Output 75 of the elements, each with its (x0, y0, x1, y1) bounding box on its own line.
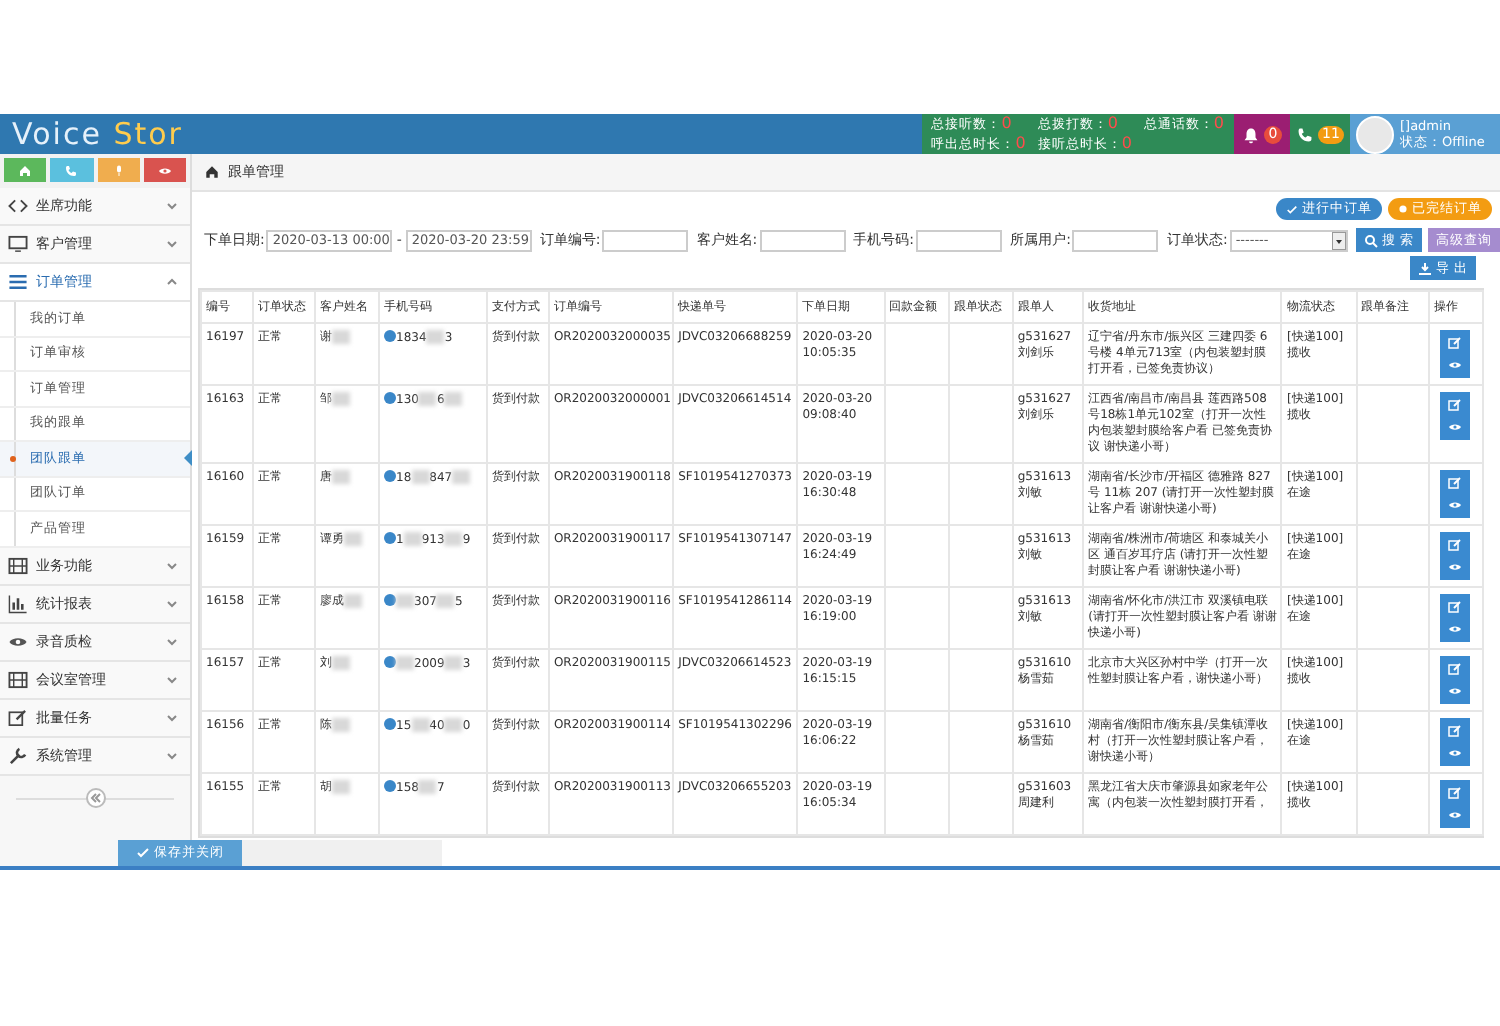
edit-icon[interactable] (1447, 336, 1462, 350)
view-icon[interactable] (1447, 684, 1462, 698)
blurred-name (343, 532, 362, 546)
search-icon (1363, 233, 1378, 247)
filter-input[interactable] (759, 229, 846, 251)
view-icon[interactable] (1447, 560, 1462, 574)
film-icon (8, 555, 28, 575)
dropdown-icon (1331, 231, 1346, 249)
view-icon[interactable] (1447, 746, 1462, 760)
chevron-icon (166, 599, 178, 607)
film-icon (8, 669, 28, 689)
avatar[interactable] (1356, 115, 1394, 153)
blurred-digits (403, 532, 422, 547)
microphone-icon (111, 163, 126, 177)
eye-icon (157, 163, 172, 177)
blurred-digits (396, 656, 415, 671)
chevron-icon (166, 561, 178, 569)
check-icon (1286, 203, 1298, 215)
blurred-name (331, 330, 350, 344)
quick-button[interactable] (143, 158, 186, 182)
view-icon[interactable] (1447, 358, 1462, 372)
edit-icon[interactable] (1447, 662, 1462, 676)
edit-icon[interactable] (1447, 600, 1462, 614)
check-icon (136, 846, 150, 860)
chevron-icon (166, 637, 178, 645)
filter-input[interactable] (602, 229, 689, 251)
double-chevron-left-icon (89, 791, 101, 803)
blurred-digits (444, 532, 463, 547)
blurred-name (331, 718, 350, 732)
blurred-digits (452, 470, 471, 485)
download-icon (1417, 261, 1432, 275)
edit-icon[interactable] (1447, 398, 1462, 412)
blurred-name (331, 656, 350, 670)
phone-icon (64, 163, 79, 177)
chevron-icon (166, 240, 178, 248)
blurred-name (331, 392, 350, 406)
view-icon[interactable] (1447, 498, 1462, 512)
quick-button[interactable] (4, 158, 47, 182)
home-icon (204, 164, 220, 180)
filter-input[interactable] (916, 229, 1003, 251)
blurred-name (343, 594, 362, 608)
dot-icon (1398, 204, 1408, 214)
monitor-icon (8, 234, 28, 254)
quick-button[interactable] (50, 158, 93, 182)
list-icon (8, 272, 28, 292)
filter-input[interactable] (1072, 229, 1159, 251)
blurred-name (331, 470, 350, 484)
chevron-icon (166, 278, 178, 286)
chevron-icon (166, 202, 178, 210)
blurred-name (331, 780, 350, 794)
view-icon[interactable] (1447, 808, 1462, 822)
chevron-icon (166, 751, 178, 759)
edit-icon[interactable] (1447, 724, 1462, 738)
edit-icon[interactable] (1447, 786, 1462, 800)
blurred-digits (426, 330, 445, 345)
blurred-digits (411, 470, 430, 485)
chevron-icon (166, 713, 178, 721)
blurred-digits (436, 594, 455, 609)
edit-icon (8, 707, 28, 727)
home-icon (18, 163, 33, 177)
phone-icon (1296, 125, 1315, 143)
chevron-icon (166, 675, 178, 683)
edit-icon[interactable] (1447, 538, 1462, 552)
blurred-digits (396, 594, 415, 609)
code-icon (8, 196, 28, 216)
bar-chart-icon (8, 593, 28, 613)
view-icon[interactable] (1447, 622, 1462, 636)
view-icon[interactable] (1447, 420, 1462, 434)
bell-icon (1242, 125, 1261, 143)
blurred-digits (444, 656, 463, 671)
edit-icon[interactable] (1447, 476, 1462, 490)
wrench-icon (8, 745, 28, 765)
collapse-sidebar-button[interactable] (85, 787, 105, 807)
blurred-digits (418, 780, 437, 795)
app-logo: Voice Stor (10, 114, 185, 154)
